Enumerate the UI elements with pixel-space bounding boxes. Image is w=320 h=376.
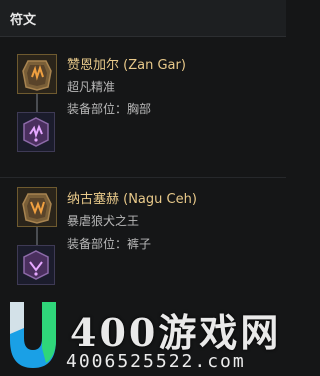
rune-name: 纳古塞赫 (Nagu Ceh): [67, 192, 197, 207]
site-logo-icon: [4, 298, 62, 376]
rune-item-nagu-ceh[interactable]: 纳古塞赫 (Nagu Ceh) 暴虐狼犬之王 装备部位：裤子: [0, 177, 286, 298]
rune-zan-gar-icon: [17, 54, 57, 94]
purple-gem-icon: [17, 112, 55, 152]
rune-type: 暴虐狼犬之王: [67, 214, 140, 228]
purple-gem-icon: [17, 245, 55, 285]
rune-type: 超凡精准: [67, 80, 116, 94]
watermark-brand: 400游戏网: [70, 310, 282, 355]
panel-header: 符文: [0, 0, 286, 37]
rune-slot: 装备部位：胸部: [67, 102, 152, 116]
site-watermark: 400游戏网 4006525522.com: [0, 292, 286, 375]
rune-item-zan-gar[interactable]: 赞恩加尔 (Zan Gar) 超凡精准 装备部位：胸部: [0, 37, 286, 177]
socket-connector: [36, 227, 38, 245]
socket-connector: [36, 94, 38, 112]
rune-nagu-ceh-icon: [17, 187, 57, 227]
watermark-number: 4006525522.com: [66, 351, 246, 372]
rune-name: 赞恩加尔 (Zan Gar): [67, 58, 186, 73]
panel-title: 符文: [10, 13, 37, 28]
rune-slot: 装备部位：裤子: [67, 237, 152, 251]
